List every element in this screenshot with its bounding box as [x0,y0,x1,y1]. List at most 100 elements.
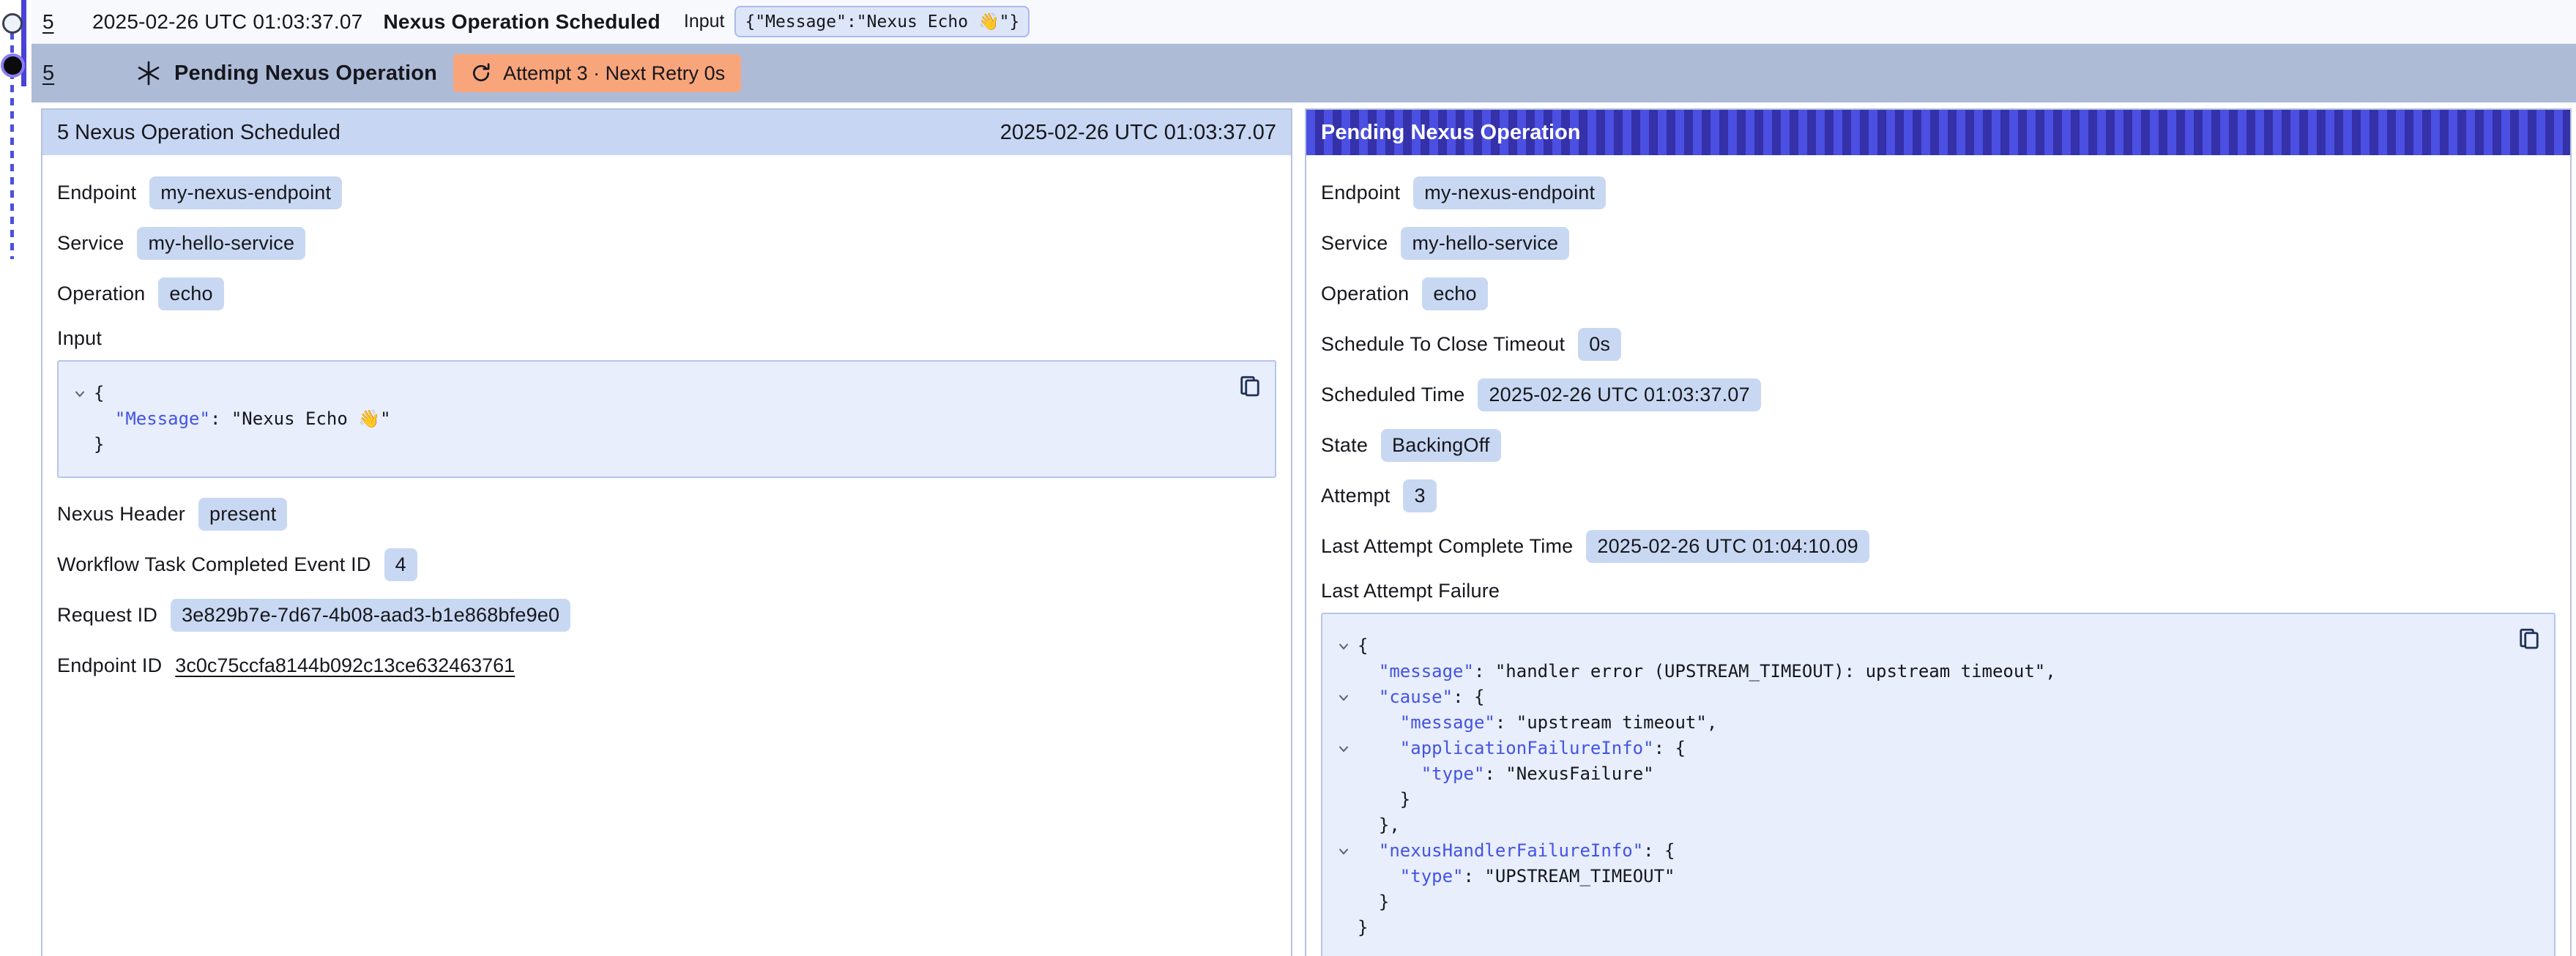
collapse-chevron-icon[interactable] [66,381,94,406]
pending-title: Pending Nexus Operation [174,61,437,86]
retry-icon [469,61,493,85]
detail-field-row: Attempt 3 [1321,479,2555,512]
code-line: } [1330,787,2503,813]
event-marker-current-icon [4,56,22,75]
code-gutter [1330,889,1358,915]
code-line: { [1330,633,2503,659]
json-code-block: { "Message": "Nexus Echo 👋"} [57,360,1276,478]
event-marker-open-icon [2,13,23,34]
field-value-badge: 3e829b7e-7d67-4b08-aad3-b1e868bfe9e0 [171,599,570,632]
detail-field-row: Nexus Header present [57,497,1276,531]
detail-field-row: Endpoint my-nexus-endpoint [1321,176,2555,209]
history-row-pending-selected[interactable]: 5 Pending Nexus Operation Attempt 3 · Ne… [31,44,2576,102]
field-label: Endpoint [1321,182,1400,204]
timeline-active-bar [21,0,26,86]
field-label: Service [57,232,124,255]
code-line: } [1330,915,2503,941]
retry-attempt-badge: Attempt 3 · Next Retry 0s [453,54,741,92]
field-value-badge: my-nexus-endpoint [1413,176,1606,209]
history-row-scheduled[interactable]: 5 2025-02-26 UTC 01:03:37.07 Nexus Opera… [31,0,2576,44]
code-gutter [1330,787,1358,813]
code-gutter [1330,813,1358,838]
field-value-badge: echo [158,277,223,310]
field-label: State [1321,434,1368,457]
field-label: Endpoint [57,182,136,204]
field-value-badge: 2025-02-26 UTC 01:03:37.07 [1478,378,1760,411]
scheduled-panel-title: 5 Nexus Operation Scheduled [57,121,340,145]
detail-field-row: Scheduled Time 2025-02-26 UTC 01:03:37.07 [1321,378,2555,411]
field-label: Endpoint ID [57,654,162,677]
field-value-badge: 2025-02-26 UTC 01:04:10.09 [1586,530,1869,563]
field-value-badge: 0s [1578,328,1621,361]
collapse-chevron-icon[interactable] [1330,684,1358,710]
pending-asterisk-icon [135,59,163,87]
field-value-badge: 3 [1403,479,1436,512]
field-value-badge: my-hello-service [1401,227,1569,260]
event-id-link[interactable]: 5 [42,61,64,86]
detail-field-row: Last Attempt Complete Time 2025-02-26 UTC… [1321,529,2555,563]
scheduled-panel-header: 5 Nexus Operation Scheduled 2025-02-26 U… [42,110,1291,155]
code-line: "message": "handler error (UPSTREAM_TIME… [1330,659,2503,684]
copy-icon[interactable] [1237,373,1263,402]
event-id-link[interactable]: 5 [42,10,64,34]
field-value-badge: my-hello-service [137,227,305,260]
field-with-code: Input { "Message": "Nexus Echo 👋"} [57,327,1276,478]
detail-field-row: StateBackingOff [1321,428,2555,462]
event-timestamp: 2025-02-26 UTC 01:03:37.07 [92,10,362,34]
copy-icon[interactable] [2516,626,2542,654]
field-with-code: Last Attempt Failure { "message": "handle… [1321,580,2555,956]
field-value-badge: present [198,498,287,531]
left-panel-body: Endpoint my-nexus-endpoint Service my-hello… [42,155,1291,714]
field-label: Last Attempt Complete Time [1321,535,1573,558]
field-value-badge: my-nexus-endpoint [149,176,342,209]
input-label: Input [684,11,725,32]
code-gutter [1330,710,1358,736]
field-label: Last Attempt Failure [1321,580,2555,602]
pending-panel-title: Pending Nexus Operation [1321,121,1581,145]
field-label: Request ID [57,604,157,627]
endpoint-id-link[interactable]: 3c0c75ccfa8144b092c13ce632463761 [175,654,515,677]
retry-badge-text: Attempt 3 · Next Retry 0s [503,62,725,85]
detail-field-row: Operation echo [57,277,1276,310]
detail-field-row: Service my-hello-service [57,226,1276,260]
code-line: "type": "NexusFailure" [1330,761,2503,787]
pending-panel-header: Pending Nexus Operation [1306,110,2570,155]
event-title: Nexus Operation Scheduled [383,10,660,34]
event-detail-panels: 5 Nexus Operation Scheduled 2025-02-26 U… [41,108,2572,956]
collapse-chevron-icon[interactable] [1330,736,1358,761]
input-value-badge: {"Message":"Nexus Echo 👋"} [734,6,1030,37]
field-label: Nexus Header [57,503,185,526]
code-line: "Message": "Nexus Echo 👋" [66,406,1224,432]
code-line: "cause": { [1330,684,2503,710]
detail-field-row: Operation echo [1321,277,2555,310]
field-label: Workflow Task Completed Event ID [57,553,371,576]
workflow-history-view: 5 2025-02-26 UTC 01:03:37.07 Nexus Opera… [0,0,2576,956]
field-label: Input [57,327,1276,350]
field-label: Operation [57,283,145,305]
code-line: } [1330,889,2503,915]
field-label: Scheduled Time [1321,384,1464,406]
field-value-badge: 4 [384,548,417,581]
code-line: { [66,381,1224,406]
detail-field-row: Service my-hello-service [1321,226,2555,260]
field-label: Operation [1321,283,1409,305]
field-label: Attempt [1321,485,1390,507]
detail-field-row: Workflow Task Completed Event ID 4 [57,548,1276,581]
detail-field-row: Request ID 3e829b7e-7d67-4b08-aad3-b1e868… [57,598,1276,632]
code-gutter [66,406,94,432]
collapse-chevron-icon[interactable] [1330,838,1358,864]
detail-field-row: Schedule To Close Timeout 0s [1321,327,2555,361]
code-gutter [1330,659,1358,684]
collapse-chevron-icon[interactable] [1330,633,1358,659]
field-label: Service [1321,232,1388,255]
code-gutter [66,432,94,458]
pending-operation-panel: Pending Nexus Operation Endpoint my-nexus… [1305,108,2572,956]
code-line: "applicationFailureInfo": { [1330,736,2503,761]
code-line: "message": "upstream timeout", [1330,710,2503,736]
field-value-badge: echo [1422,277,1487,310]
field-label: Schedule To Close Timeout [1321,333,1565,356]
code-line: }, [1330,813,2503,838]
code-gutter [1330,915,1358,941]
scheduled-panel-time: 2025-02-26 UTC 01:03:37.07 [1000,121,1276,145]
right-panel-body: Endpoint my-nexus-endpoint Service my-hello… [1306,155,2570,956]
